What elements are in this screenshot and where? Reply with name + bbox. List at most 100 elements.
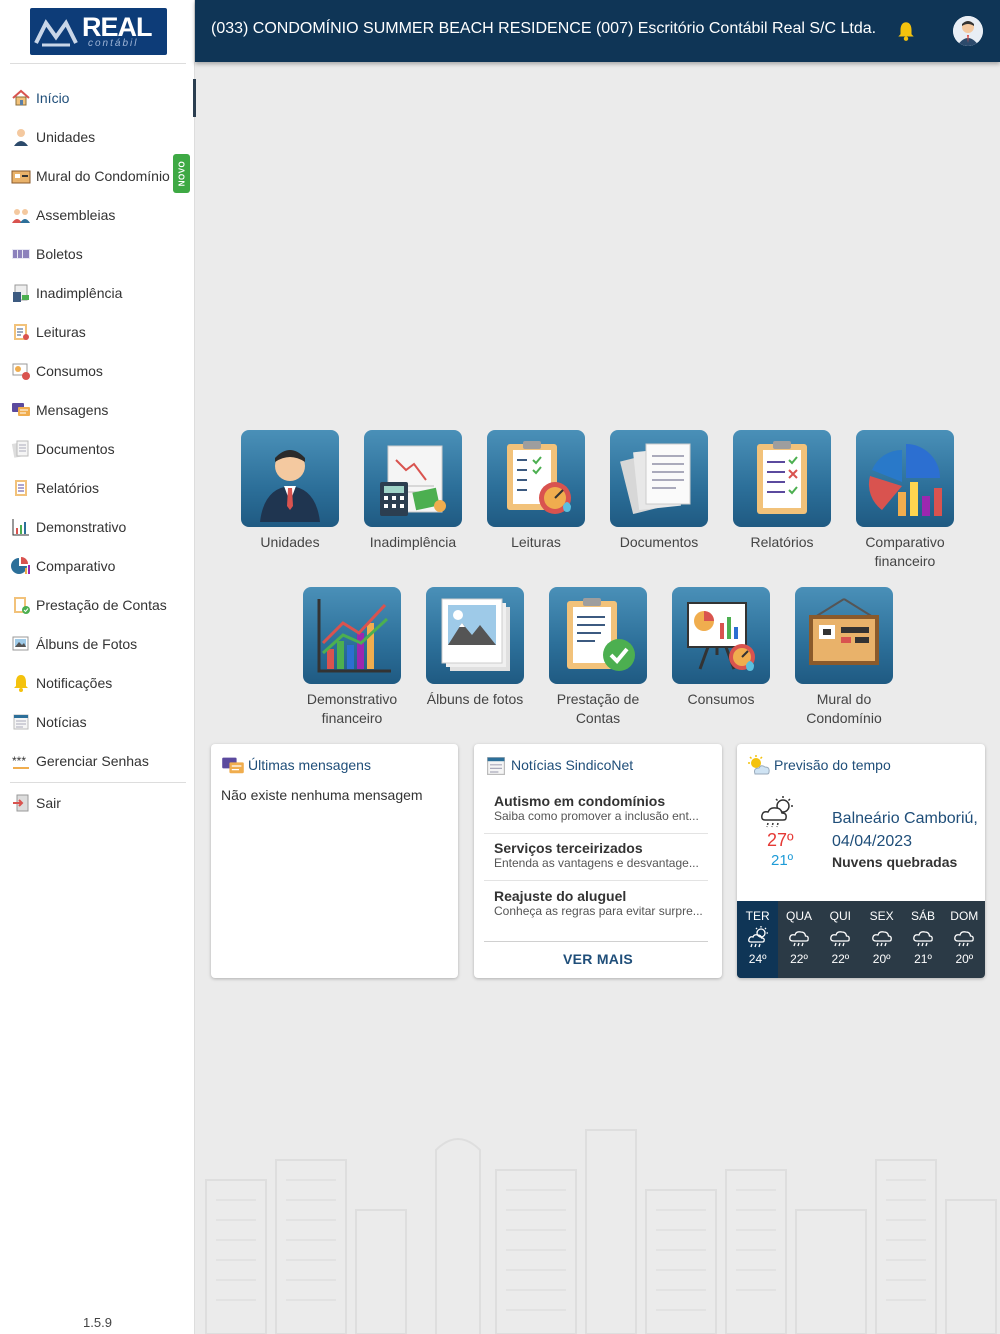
sidebar-item-mensagens[interactable]: Mensagens	[0, 390, 195, 429]
user-avatar[interactable]	[953, 16, 983, 46]
logout-label: Sair	[36, 794, 61, 811]
documentos-tile-icon	[610, 430, 708, 527]
tile-unidades[interactable]: Unidades	[230, 430, 350, 552]
tile-inadimplencia[interactable]: Inadimplência	[353, 430, 473, 552]
news-item[interactable]: Autismo em condomínios Saiba como promov…	[484, 787, 708, 834]
forecast-day-name: QUA	[785, 909, 812, 923]
app-version: 1.5.9	[83, 1315, 112, 1330]
sidebar-item-inadimplencia[interactable]: Inadimplência	[0, 273, 195, 312]
sidebar-item-assembleias[interactable]: Assembleias	[0, 195, 195, 234]
messages-card-title: Últimas mensagens	[248, 757, 371, 773]
tile-comparativo[interactable]: Comparativo financeiro	[845, 430, 965, 571]
sidebar-item-demonstrativo[interactable]: Demonstrativo	[0, 507, 195, 546]
sidebar-item-comparativo[interactable]: Comparativo	[0, 546, 195, 585]
weather-condition: Nuvens quebradas	[832, 854, 958, 870]
cloud-rain-icon	[778, 926, 819, 950]
chat-icon	[221, 754, 245, 778]
app-logo[interactable]: REAL contábil	[30, 8, 167, 55]
forecast-day: SÁB 21º	[902, 901, 943, 978]
logo-text: REAL	[82, 12, 152, 42]
forecast-day-temp: 22º	[831, 952, 850, 966]
logout-button[interactable]: Sair	[0, 783, 195, 822]
forecast-day-name: QUI	[829, 909, 851, 923]
sidebar-item-label: Consumos	[36, 362, 103, 379]
partly-cloudy-rain-icon	[759, 796, 799, 830]
see-more-button[interactable]: VER MAIS	[474, 951, 722, 967]
sidebar-item-gerenciar-senhas[interactable]: *** Gerenciar Senhas	[0, 741, 195, 780]
forecast-day: QUI 22º	[820, 901, 861, 978]
sidebar-item-label: Documentos	[36, 440, 115, 457]
sidebar: REAL contábil Início Unidades Mural do C…	[0, 0, 196, 1334]
sidebar-item-albuns[interactable]: Álbuns de Fotos	[0, 624, 195, 663]
sidebar-item-label: Assembleias	[36, 206, 116, 223]
tile-documentos[interactable]: Documentos	[599, 430, 719, 552]
photo-album-icon	[11, 634, 31, 654]
consumption-chart-icon	[11, 361, 31, 381]
sidebar-item-documentos[interactable]: Documentos	[0, 429, 195, 468]
sidebar-item-label: Relatórios	[36, 479, 100, 496]
sun-cloud-icon	[747, 754, 771, 778]
notifications-bell-icon[interactable]	[895, 20, 917, 42]
bar-chart-icon	[11, 517, 31, 537]
chat-icon	[11, 400, 31, 420]
weather-card: Previsão do tempo 27º 21º Balneário Camb…	[737, 744, 985, 978]
bulletin-board-icon	[11, 166, 31, 186]
sidebar-item-mural[interactable]: Mural do Condomínio NOVO	[0, 154, 195, 195]
tile-label: Álbuns de fotos	[426, 691, 524, 707]
demonstrativo-tile-icon	[303, 587, 401, 684]
sidebar-item-noticias[interactable]: Notícias	[0, 702, 195, 741]
sidebar-item-relatorios[interactable]: Relatórios	[0, 468, 195, 507]
messages-empty-text: Não existe nenhuma mensagem	[221, 787, 423, 803]
sidebar-item-label: Mural do Condomínio	[36, 167, 170, 184]
sidebar-item-leituras[interactable]: Leituras	[0, 312, 195, 351]
page-title: (033) CONDOMÍNIO SUMMER BEACH RESIDENCE …	[211, 20, 877, 37]
sidebar-item-label: Início	[36, 89, 70, 106]
calculator-icon	[11, 283, 31, 303]
sidebar-item-consumos[interactable]: Consumos	[0, 351, 195, 390]
tile-mural[interactable]: Mural do Condomínio	[784, 587, 904, 728]
weather-location: Balneário Camboriú, 04/04/2023	[832, 807, 978, 853]
logo-mark-icon	[30, 8, 82, 55]
sidebar-item-label: Inadimplência	[36, 284, 123, 301]
sidebar-item-boletos[interactable]: Boletos	[0, 234, 195, 273]
tile-leituras[interactable]: Leituras	[476, 430, 596, 552]
pie-chart-icon	[11, 556, 31, 576]
weather-date: 04/04/2023	[832, 833, 913, 850]
tile-prestacao-contas[interactable]: Prestação de Contas	[538, 587, 658, 728]
news-card: Notícias SindicoNet Autismo em condomíni…	[474, 744, 722, 978]
tile-label: Demonstrativo financeiro	[306, 691, 398, 726]
barcode-icon	[11, 244, 31, 264]
prestacao-contas-tile-icon	[549, 587, 647, 684]
weather-city: Balneário Camboriú,	[832, 810, 978, 827]
news-item[interactable]: Serviços terceirizados Entenda as vantag…	[484, 834, 708, 881]
svg-text:***: ***	[12, 754, 26, 768]
sidebar-item-label: Mensagens	[36, 401, 109, 418]
sidebar-item-unidades[interactable]: Unidades	[0, 117, 195, 156]
tile-consumos[interactable]: Consumos	[661, 587, 781, 709]
city-skyline-background	[196, 1120, 1000, 1334]
new-badge: NOVO	[173, 154, 190, 193]
sidebar-item-notificacoes[interactable]: Notificações	[0, 663, 195, 702]
cloud-rain-icon	[820, 926, 861, 950]
forecast-day-temp: 20º	[872, 952, 891, 966]
tile-relatorios[interactable]: Relatórios	[722, 430, 842, 552]
sidebar-item-inicio[interactable]: Início	[0, 78, 196, 117]
tile-label: Consumos	[687, 691, 755, 707]
news-card-title: Notícias SindicoNet	[511, 757, 634, 773]
sidebar-item-label: Unidades	[36, 128, 96, 145]
logout-icon	[11, 793, 31, 813]
tile-label: Unidades	[260, 534, 320, 550]
tile-label: Comparativo financeiro	[865, 534, 945, 569]
forecast-day-name: SÁB	[910, 909, 935, 923]
news-item[interactable]: Reajuste do aluguel Conheça as regras pa…	[484, 882, 708, 942]
sidebar-item-prestacao-contas[interactable]: Prestação de Contas	[0, 585, 195, 624]
cloud-rain-icon	[861, 926, 902, 950]
logo-subtext: contábil	[88, 38, 139, 49]
tile-label: Relatórios	[750, 534, 814, 550]
forecast-day-name: DOM	[950, 909, 979, 923]
home-icon	[11, 88, 31, 108]
tile-albuns[interactable]: Álbuns de fotos	[415, 587, 535, 709]
inadimplencia-tile-icon	[364, 430, 462, 527]
sidebar-divider	[10, 63, 186, 64]
tile-demonstrativo[interactable]: Demonstrativo financeiro	[292, 587, 412, 728]
